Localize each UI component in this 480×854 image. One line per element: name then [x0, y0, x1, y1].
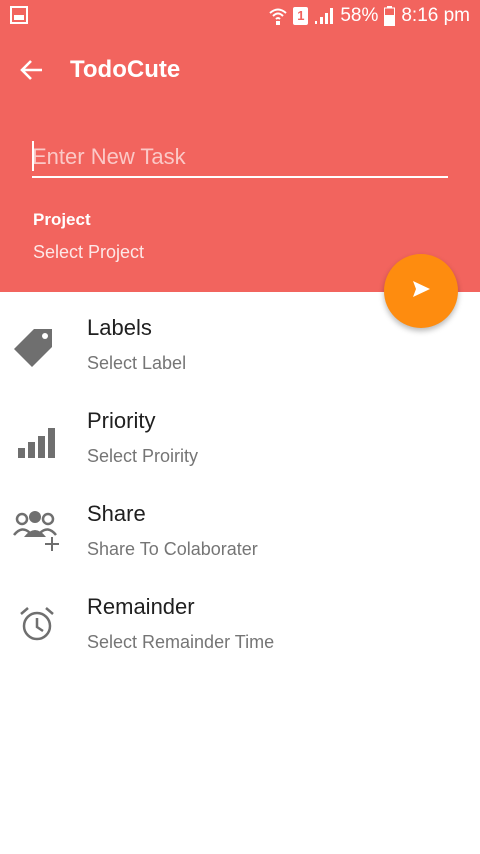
- option-title: Remainder: [87, 594, 195, 619]
- new-task-input[interactable]: [32, 138, 448, 178]
- option-title: Share: [87, 501, 146, 526]
- select-project-button[interactable]: Select Project: [33, 242, 144, 263]
- label-tag-icon: [12, 325, 60, 373]
- app-title: TodoCute: [70, 56, 181, 83]
- header-panel: 1 58% 8:16 pm TodoCute Enter New Task Pr…: [0, 0, 480, 292]
- gallery-notification-icon: [10, 6, 28, 30]
- share-option[interactable]: Share Share To Colaborater: [0, 501, 480, 591]
- back-arrow-icon[interactable]: [20, 58, 44, 87]
- app-bar: TodoCute: [0, 40, 480, 100]
- option-subtitle: Share To Colaborater: [87, 539, 258, 559]
- option-subtitle: Select Remainder Time: [87, 632, 275, 652]
- sim-indicator: 1: [293, 7, 309, 25]
- text-caret: [32, 141, 34, 171]
- battery-percent: 58%: [340, 5, 379, 26]
- option-subtitle: Select Label: [87, 353, 187, 373]
- option-title: Priority: [87, 408, 156, 433]
- alarm-clock-icon: [12, 602, 60, 650]
- wifi-icon: [269, 6, 287, 26]
- remainder-option[interactable]: Remainder Select Remainder Time: [0, 594, 480, 684]
- send-icon: [410, 278, 432, 305]
- signal-icon: [314, 7, 334, 25]
- group-add-icon: [12, 507, 60, 555]
- status-bar: 1 58% 8:16 pm: [0, 0, 480, 32]
- signal-bars-icon: [12, 418, 60, 466]
- battery-icon: [384, 6, 396, 26]
- labels-option[interactable]: Labels Select Label: [0, 315, 480, 405]
- option-title: Labels: [87, 315, 152, 340]
- option-subtitle: Select Proirity: [87, 446, 199, 466]
- clock-time: 8:16 pm: [401, 5, 470, 26]
- project-label: Project: [33, 210, 91, 229]
- priority-option[interactable]: Priority Select Proirity: [0, 408, 480, 498]
